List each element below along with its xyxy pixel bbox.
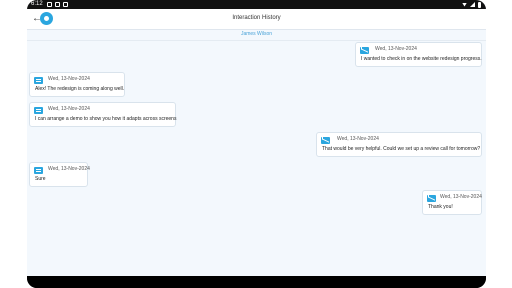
battery-icon: [478, 1, 481, 8]
message-card[interactable]: Wed, 13-Nov-2024 That would be very help…: [316, 132, 482, 157]
message-card[interactable]: Wed, 13-Nov-2024 I can arrange a demo to…: [29, 102, 176, 127]
navigation-bar: [27, 276, 486, 288]
message-date: Wed, 13-Nov-2024: [48, 166, 90, 172]
message-card[interactable]: Wed, 13-Nov-2024 Thank you!: [422, 190, 482, 215]
notification-icon: [47, 2, 52, 7]
status-system-icons: [462, 0, 481, 9]
contact-name[interactable]: James Wilson: [27, 31, 486, 37]
message-text: I wanted to check in on the website rede…: [361, 56, 482, 62]
message-text: Alex! The redesign is coming along well.: [35, 86, 125, 92]
device-frame: 6:12 ← Interaction History James Wilson …: [27, 0, 486, 288]
message-date: Wed, 13-Nov-2024: [48, 76, 90, 82]
email-icon: [360, 47, 369, 54]
message-date: Wed, 13-Nov-2024: [440, 194, 482, 200]
chat-icon: [34, 107, 43, 114]
chat-icon: [34, 167, 43, 174]
notification-icon: [55, 2, 60, 7]
email-icon: [427, 195, 436, 202]
wifi-icon: [462, 2, 467, 7]
email-icon: [321, 137, 330, 144]
message-text: Thank you!: [428, 204, 453, 210]
status-bar: 6:12: [27, 0, 486, 9]
notification-icon: [63, 2, 68, 7]
signal-icon: [470, 2, 475, 7]
message-card[interactable]: Wed, 13-Nov-2024 I wanted to check in on…: [355, 42, 482, 67]
message-text: Sure: [35, 176, 46, 182]
app-screen: 6:12 ← Interaction History James Wilson …: [27, 0, 486, 276]
message-text: That would be very helpful. Could we set…: [322, 146, 481, 152]
chat-icon: [34, 77, 43, 84]
message-card[interactable]: Wed, 13-Nov-2024 Sure: [29, 162, 90, 187]
message-date: Wed, 13-Nov-2024: [48, 106, 90, 112]
status-time: 6:12: [31, 1, 43, 7]
status-notification-icons: [47, 0, 68, 7]
page-title: Interaction History: [232, 15, 281, 21]
message-card[interactable]: Wed, 13-Nov-2024 Alex! The redesign is c…: [29, 72, 125, 97]
divider: [27, 40, 486, 41]
app-bar: ← Interaction History: [27, 9, 486, 30]
message-date: Wed, 13-Nov-2024: [337, 136, 379, 142]
message-text: I can arrange a demo to show you how it …: [35, 116, 177, 122]
message-date: Wed, 13-Nov-2024: [375, 46, 417, 52]
